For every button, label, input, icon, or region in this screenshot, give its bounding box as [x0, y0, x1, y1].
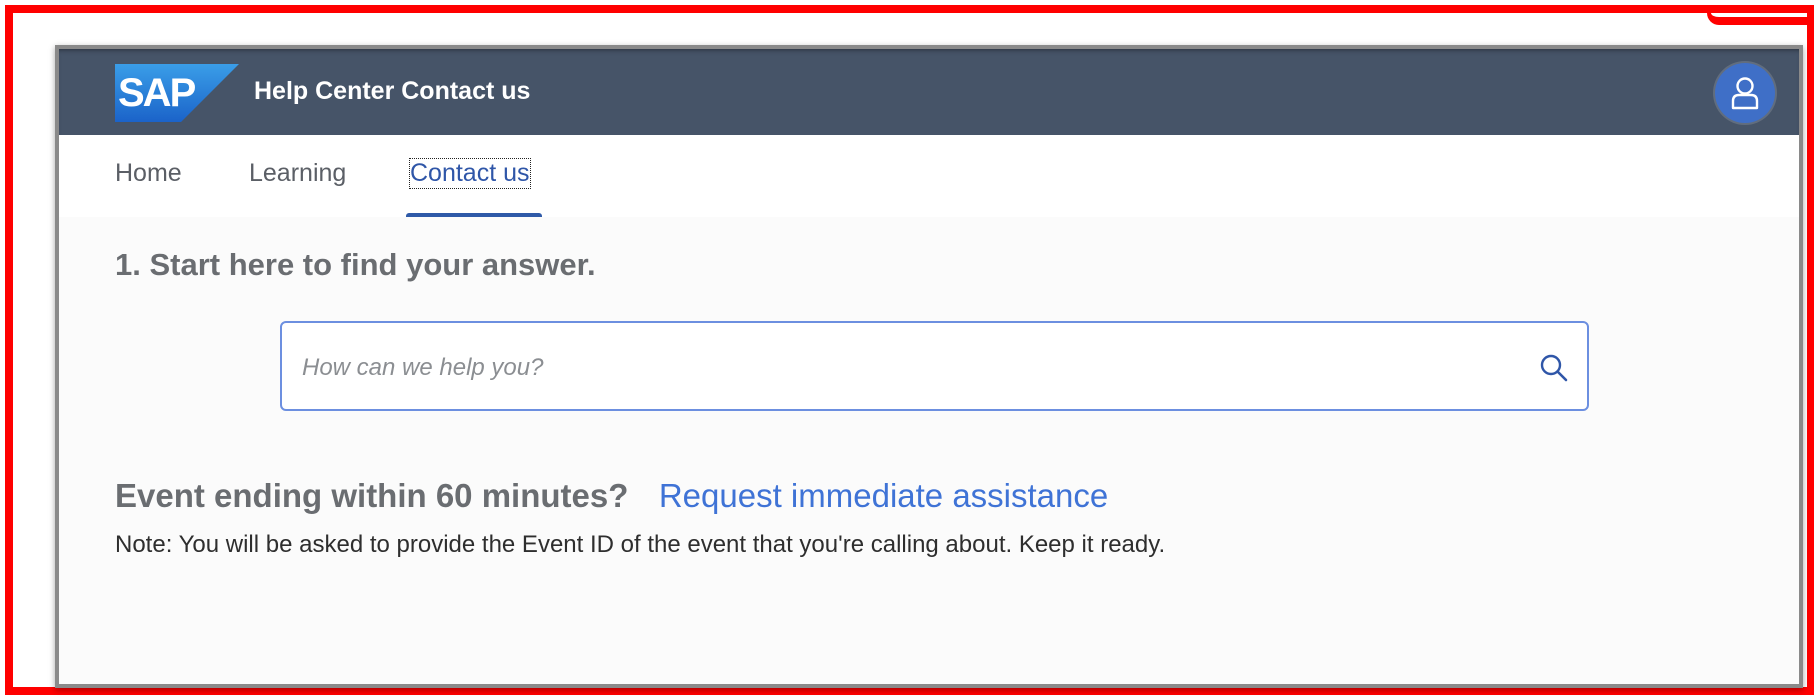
tab-learning[interactable]: Learning [249, 159, 346, 188]
step-heading: 1. Start here to find your answer. [115, 247, 596, 282]
shell-bar: SAP Help Center Contact us [59, 49, 1799, 135]
tab-bar: Home Learning Contact us [59, 135, 1799, 218]
search-field[interactable] [280, 321, 1589, 411]
search-icon[interactable] [1539, 353, 1569, 383]
logo-text: SAP [118, 71, 196, 115]
note-text: Note: You will be asked to provide the E… [115, 531, 1166, 558]
user-icon [1731, 77, 1759, 110]
request-assistance-link[interactable]: Request immediate assistance [659, 477, 1108, 514]
sap-logo[interactable]: SAP [115, 64, 239, 122]
shell-title: Help Center Contact us [254, 77, 531, 105]
frame-corner-mark [1707, 13, 1807, 25]
browser-window: SAP Help Center Contact us Home Learning… [55, 45, 1803, 688]
event-line: Event ending within 60 minutes? Request … [115, 477, 1108, 515]
main-content: 1. Start here to find your answer. Event… [59, 217, 1799, 684]
user-avatar-button[interactable] [1715, 63, 1775, 123]
event-question: Event ending within 60 minutes? [115, 477, 629, 514]
tab-contact-us[interactable]: Contact us [409, 158, 531, 189]
search-input[interactable] [300, 345, 1484, 391]
highlight-frame: SAP Help Center Contact us Home Learning… [5, 5, 1814, 695]
tab-home[interactable]: Home [115, 159, 182, 188]
